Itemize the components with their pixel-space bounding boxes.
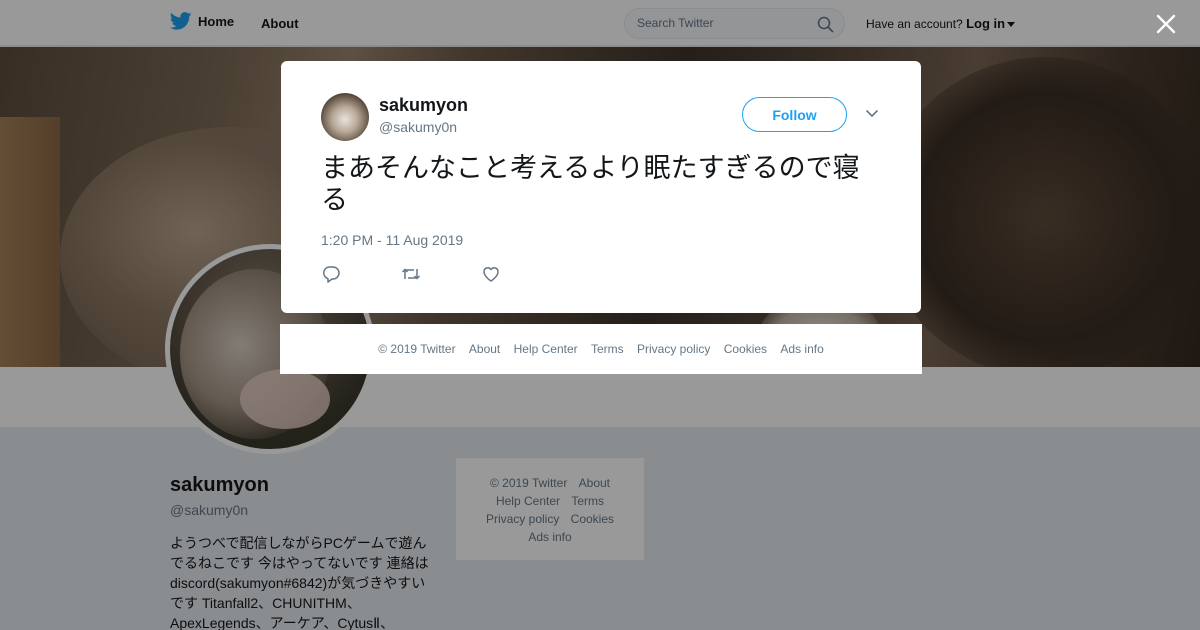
retweet-icon[interactable] [401,264,421,284]
modal-footer-cookies-link[interactable]: Cookies [724,342,767,356]
tweet-timestamp[interactable]: 1:20 PM - 11 Aug 2019 [321,232,463,248]
modal-footer-privacy-link[interactable]: Privacy policy [637,342,710,356]
modal-footer-help-link[interactable]: Help Center [514,342,578,356]
modal-footer: © 2019 Twitter About Help Center Terms P… [280,324,922,374]
tweet-text: まあそんなこと考えるより眠たすぎるので寝る [321,153,860,216]
modal-footer-ads-link[interactable]: Ads info [780,342,823,356]
tweet-author-name[interactable]: sakumyon [379,95,468,116]
tweet-author-avatar[interactable] [321,93,369,141]
chevron-down-icon[interactable] [865,109,879,119]
follow-button[interactable]: Follow [742,97,847,132]
modal-footer-terms-link[interactable]: Terms [591,342,624,356]
close-icon[interactable] [1154,12,1178,36]
modal-footer-copyright: © 2019 Twitter [378,342,456,356]
reply-icon[interactable] [321,264,341,284]
like-icon[interactable] [481,264,501,284]
tweet-modal: sakumyon @sakumy0n Follow まあそんなこと考えるより眠た… [281,61,921,313]
modal-footer-about-link[interactable]: About [469,342,500,356]
tweet-author-handle[interactable]: @sakumy0n [379,119,457,135]
